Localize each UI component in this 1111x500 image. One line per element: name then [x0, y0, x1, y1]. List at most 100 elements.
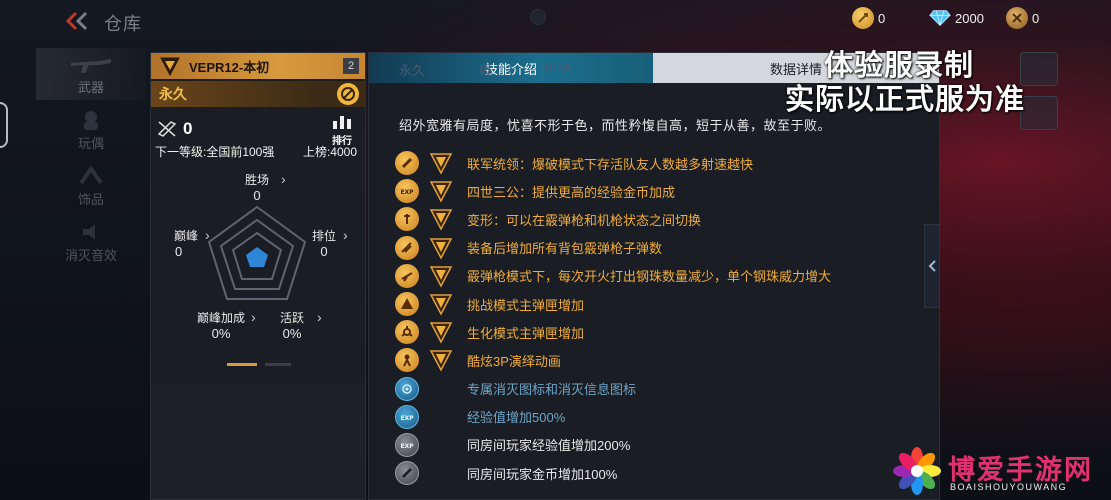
- perk-text: 联军统领：爆破模式下存活队友人数越多射速越快: [467, 156, 754, 172]
- perk-text: 专属消灭图标和消灭信息图标: [467, 382, 637, 398]
- top-bar: 仓库 0 2000 0: [0, 0, 1111, 40]
- weapon-detail-panel: 技能介绍 永久 概 KDA 数据详情 绍外宽雅有局度，忧喜不形于色，而性矜愎自高…: [368, 52, 940, 500]
- side-drawer-handle[interactable]: [0, 102, 8, 148]
- perk-text: 同房间玩家金币增加100%: [467, 466, 618, 482]
- rank-threshold: 上榜:4000: [302, 145, 357, 159]
- stat-wins[interactable]: 胜场 0 ›: [239, 171, 286, 203]
- stat-label: 排位: [311, 229, 336, 243]
- stat-peak[interactable]: 巅峰 0 ›: [171, 227, 210, 259]
- overlay-notice-line2: 实际以正式服为准: [785, 84, 1026, 116]
- chevron-right-icon: ›: [281, 171, 286, 187]
- token-currency[interactable]: 0: [1006, 7, 1039, 29]
- sound-icon: [83, 224, 95, 240]
- sidebar-item-accessories[interactable]: 饰品: [36, 160, 146, 212]
- stat-value: 0: [175, 244, 183, 259]
- stat-value: 0: [320, 244, 328, 259]
- diamond-amount: 2000: [955, 10, 984, 26]
- chevron-right-icon: ›: [317, 309, 322, 325]
- perk-text: 霰弹枪模式下，每次开火打出钢珠数量减少，单个钢珠威力增大: [467, 269, 832, 285]
- stat-label: 巅峰加成: [196, 311, 245, 325]
- ghost-tab-text: 概: [479, 63, 493, 78]
- perk-text: 变形：可以在霰弹枪和机枪状态之间切换: [467, 212, 702, 228]
- sidebar-item-kill-sounds[interactable]: 消灭音效: [36, 216, 146, 268]
- weapon-count-badge: 2: [343, 58, 359, 74]
- side-action-button[interactable]: [1020, 96, 1058, 130]
- weapon-header: VEPR12-本初 2: [151, 53, 365, 79]
- stat-active[interactable]: 活跃 0% ›: [277, 309, 322, 341]
- ghost-tab-text: KDA: [545, 60, 572, 75]
- category-sidebar: 武器 玩偶 饰品 消灭音效: [36, 46, 146, 286]
- perk-row: 装备后增加所有背包霰弹枪子弹数: [395, 234, 935, 262]
- perk-text: 挑战模式主弹匣增加: [467, 297, 585, 313]
- ammo-icon: [395, 235, 419, 260]
- weapon-description: 绍外宽雅有局度，忧喜不形于色，而性矜愎自高，短于从善，故至于败。: [399, 118, 832, 133]
- page-dot-active[interactable]: [227, 363, 257, 366]
- page-indicator: [227, 363, 291, 366]
- back-button[interactable]: [62, 8, 92, 34]
- stat-label: 活跃: [279, 311, 304, 325]
- token-icon: [1006, 7, 1028, 29]
- weapon-name: VEPR12-本初: [189, 59, 270, 75]
- tab-label: 数据详情: [769, 61, 822, 77]
- diamond-currency[interactable]: 2000: [929, 7, 984, 29]
- perk-text: 生化模式主弹匣增加: [467, 325, 585, 341]
- page-dot[interactable]: [265, 363, 291, 366]
- perk-row: EXP 经验值增加500%: [395, 403, 935, 431]
- stat-label: 胜场: [244, 173, 269, 187]
- perk-text: 四世三公：提供更高的经验金币加成: [467, 184, 676, 200]
- stat-value: 0%: [211, 326, 231, 341]
- collapse-panel-button[interactable]: [924, 224, 940, 308]
- stat-peak-bonus[interactable]: 巅峰加成 0% ›: [193, 309, 256, 341]
- svg-text:EXP: EXP: [400, 415, 414, 422]
- perk-row: 联军统领：爆破模式下存活队友人数越多射速越快: [395, 149, 935, 177]
- bar-chart-icon: [333, 116, 351, 129]
- accessory-icon: [79, 165, 103, 185]
- perk-row: 酷炫3P演绎动画: [395, 346, 935, 374]
- stat-label: 巅峰: [173, 229, 198, 243]
- grenade-icon: [395, 151, 419, 176]
- chevron-right-icon: ›: [343, 227, 348, 243]
- stat-rank-position[interactable]: 排位 0 ›: [309, 227, 348, 259]
- sidebar-item-dolls[interactable]: 玩偶: [36, 104, 146, 156]
- weapon-card-footer: [151, 383, 365, 499]
- kill-mark-icon: [395, 376, 419, 401]
- perk-text: 装备后增加所有背包霰弹枪子弹数: [467, 241, 663, 257]
- perk-row: EXP 同房间玩家经验值增加200%: [395, 431, 935, 459]
- flower-logo-icon: [893, 447, 941, 495]
- rifle-icon: [71, 59, 111, 73]
- weapon-duration-bar: 永久: [151, 81, 365, 107]
- kill-count: 0: [183, 119, 193, 138]
- animation-icon: [395, 348, 419, 373]
- legendary-badge-icon: [429, 348, 453, 373]
- camera-dot: [530, 9, 546, 25]
- gold-amount: 0: [878, 10, 886, 26]
- perk-row: 同房间玩家金币增加100%: [395, 459, 935, 487]
- coin-icon: [395, 461, 419, 486]
- weapon-duration: 永久: [159, 86, 187, 102]
- perk-text: 经验值增加500%: [467, 410, 566, 426]
- perk-row: 专属消灭图标和消灭信息图标: [395, 375, 935, 403]
- side-action-button[interactable]: [1020, 52, 1058, 86]
- biohazard-icon: [395, 320, 419, 345]
- diamond-icon: [929, 7, 951, 29]
- perk-row: 挑战模式主弹匣增加: [395, 290, 935, 318]
- chevron-right-icon: ›: [251, 309, 256, 325]
- exp-icon: EXP: [395, 432, 419, 457]
- tab-label: 技能介绍: [484, 61, 537, 77]
- gold-currency[interactable]: 0: [852, 7, 885, 29]
- svg-text:EXP: EXP: [400, 189, 414, 196]
- perk-text: 酷炫3P演绎动画: [467, 353, 561, 369]
- legendary-badge-icon: [429, 320, 453, 344]
- perk-row: 生化模式主弹匣增加: [395, 318, 935, 346]
- sidebar-item-weapons[interactable]: 武器: [36, 48, 146, 100]
- transform-icon: [395, 207, 419, 232]
- next-level-text: 下一等级:全国前100强: [155, 145, 275, 159]
- perk-text: 同房间玩家经验值增加200%: [467, 438, 631, 454]
- ghost-tab-text: 永久: [399, 63, 426, 78]
- chevron-left-icon: [928, 260, 936, 272]
- sidebar-item-label: 玩偶: [77, 136, 104, 151]
- permanent-icon[interactable]: [337, 83, 359, 105]
- watermark-sub: BOAISHOUYOUWANG: [950, 482, 1068, 492]
- legendary-badge-icon: [429, 236, 453, 260]
- sidebar-item-label: 消灭音效: [64, 248, 117, 263]
